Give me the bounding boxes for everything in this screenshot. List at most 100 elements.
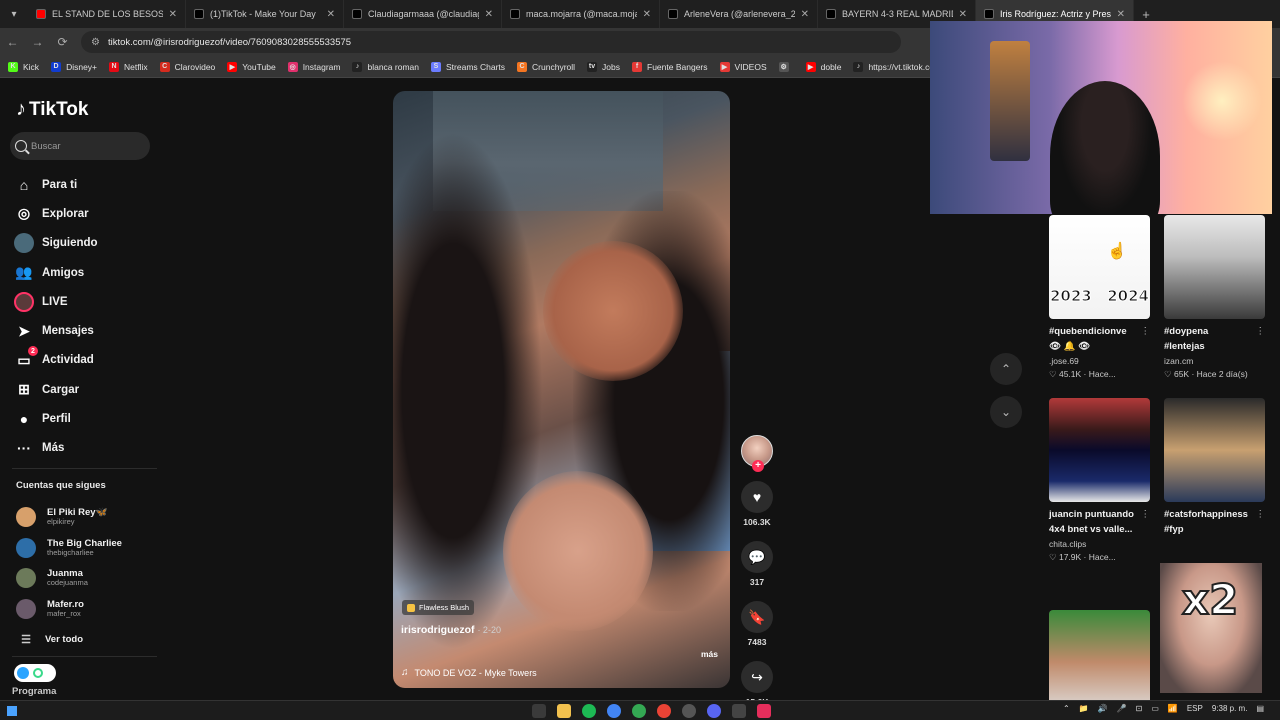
spotify-icon[interactable] — [582, 704, 596, 718]
browser-tab[interactable]: maca.mojarra (@maca.mojarra) ✕ — [502, 0, 660, 28]
taskview-icon[interactable] — [532, 704, 546, 718]
card-username[interactable]: izan.cm — [1164, 356, 1265, 366]
video-player[interactable]: Flawless Blush irisrodriguezof · 2-20 má… — [393, 91, 730, 688]
music-title[interactable]: TONO DE VOZ - Myke Towers — [415, 668, 537, 678]
tiktok-logo[interactable]: ♪ TikTok — [16, 98, 88, 121]
nav-item-actividad[interactable]: ▭ 2 Actividad — [14, 346, 98, 375]
video-thumbnail[interactable] — [1049, 398, 1150, 502]
recommended-video-card[interactable] — [1049, 610, 1150, 714]
nav-item-parati[interactable]: ⌂ Para ti — [14, 170, 98, 199]
language-indicator[interactable]: ESP — [1187, 704, 1203, 713]
effect-chip[interactable]: Flawless Blush — [402, 600, 475, 615]
nav-item-live[interactable]: LIVE — [14, 287, 98, 316]
nav-item-siguiendo[interactable]: Siguiendo — [14, 229, 98, 258]
tray-icon[interactable]: 📶 — [1168, 704, 1178, 713]
chrome-alt-icon[interactable] — [657, 704, 671, 718]
browser-tab[interactable]: ArleneVera (@arlenevera_24) | ✕ — [660, 0, 818, 28]
more-options-icon[interactable]: ⋮ — [1141, 325, 1151, 340]
bookmark-item[interactable]: ▶ YouTube — [227, 61, 276, 72]
card-title[interactable]: #doypena #lentejas ⋮ — [1164, 325, 1265, 354]
video-music[interactable]: ♫ TONO DE VOZ - Myke Towers — [401, 667, 537, 678]
bookmark-item[interactable]: ▶ doble — [805, 61, 841, 72]
video-thumbnail[interactable] — [1049, 610, 1150, 714]
chrome-profile-icon[interactable] — [632, 704, 646, 718]
card-title[interactable]: #quebendicionve 👁 🔔 👁 ⋮ — [1049, 325, 1150, 354]
tray-icon[interactable]: 🎤 — [1117, 704, 1127, 713]
close-tab-icon[interactable]: ✕ — [959, 9, 967, 20]
close-tab-icon[interactable]: ✕ — [169, 9, 177, 20]
following-account[interactable]: El Piki Rey🦋 elpikirey — [16, 502, 122, 533]
program-label[interactable]: Programa — [12, 686, 56, 697]
nav-item-mensajes[interactable]: ➤ Mensajes — [14, 316, 98, 345]
tiktok-taskbar-icon[interactable] — [757, 704, 771, 718]
chrome-icon[interactable] — [607, 704, 621, 718]
site-settings-icon[interactable]: ⚙ — [91, 37, 100, 48]
browser-tab[interactable]: EL STAND DE LOS BESOS 2 💋💋 ✕ — [28, 0, 186, 28]
bookmark-item[interactable]: N Netflix — [109, 61, 148, 72]
nav-item-perfil[interactable]: ● Perfil — [14, 404, 98, 433]
card-title[interactable]: juancin puntuando 4x4 bnet vs valle... ⋮ — [1049, 508, 1150, 537]
following-account[interactable]: Juanma codejuanma — [16, 563, 122, 594]
share-icon[interactable]: ↪ — [741, 661, 773, 693]
app-icon[interactable] — [732, 704, 746, 718]
comment-icon[interactable]: 💬 — [741, 541, 773, 573]
video-author[interactable]: irisrodriguezof · 2-20 — [401, 624, 501, 636]
url-field[interactable]: ⚙ tiktok.com/@irisrodriguezof/video/7609… — [81, 31, 901, 53]
nav-item-explorar[interactable]: ◎ Explorar — [14, 199, 98, 228]
recommended-video-card[interactable]: juancin puntuando 4x4 bnet vs valle... ⋮ ch… — [1049, 398, 1150, 563]
bookmark-item[interactable]: D Disney+ — [51, 61, 97, 72]
next-video-button[interactable]: ⌄ — [990, 396, 1022, 428]
bookmark-icon[interactable]: 🔖 — [741, 601, 773, 633]
more-options-icon[interactable]: ⋮ — [1256, 325, 1266, 340]
bookmark-item[interactable]: ▶ VIDEOS — [719, 61, 767, 72]
more-options-icon[interactable]: ⋮ — [1256, 508, 1266, 523]
bookmark-item[interactable]: ♪ blanca roman — [352, 61, 419, 72]
close-tab-icon[interactable]: ✕ — [327, 9, 335, 20]
tray-icon[interactable]: ⊡ — [1136, 704, 1143, 713]
video-thumbnail[interactable] — [1164, 215, 1265, 319]
tray-icon[interactable]: ▭ — [1151, 704, 1159, 713]
back-button[interactable]: ← — [0, 35, 25, 49]
video-thumbnail[interactable] — [1164, 398, 1265, 502]
tab-search-button[interactable]: ▾ — [0, 0, 28, 28]
bookmark-item[interactable]: ⚙ — [778, 61, 794, 72]
reload-button[interactable]: ⟳ — [50, 35, 75, 49]
following-account[interactable]: Mafer.ro mafer_rox — [16, 594, 122, 625]
follow-plus-icon[interactable]: + — [752, 460, 764, 472]
obs-icon[interactable] — [682, 704, 696, 718]
discord-icon[interactable] — [707, 704, 721, 718]
new-tab-button[interactable]: + — [1134, 7, 1158, 22]
nav-item-cargar[interactable]: ⊞ Cargar — [14, 375, 98, 404]
nav-item-ms[interactable]: ··· Más — [14, 434, 98, 463]
start-button[interactable] — [0, 705, 24, 716]
card-username[interactable]: .jose.69 — [1049, 356, 1150, 366]
card-title[interactable]: #catsforhappiness #fyp ⋮ — [1164, 508, 1265, 537]
browser-tab[interactable]: Claudiagarmaaa (@claudiagarm ✕ — [344, 0, 502, 28]
recommended-video-card[interactable]: #catsforhappiness #fyp ⋮ — [1164, 398, 1265, 537]
browser-tab[interactable]: (1)TikTok - Make Your Day ✕ — [186, 0, 344, 28]
bookmark-item[interactable]: f Fuente Bangers — [632, 61, 708, 72]
tray-icon[interactable]: 🔊 — [1098, 704, 1108, 713]
video-thumbnail[interactable]: 2023 2024 — [1049, 215, 1150, 319]
clock[interactable]: 9:38 p. m. — [1212, 704, 1248, 713]
heart-icon[interactable]: ♥ — [741, 481, 773, 513]
bookmark-item[interactable]: S Streams Charts — [431, 61, 505, 72]
following-account[interactable]: The Big Charliee thebigcharliee — [16, 533, 122, 564]
author-avatar[interactable]: + — [741, 435, 773, 472]
card-username[interactable]: chita.clips — [1049, 539, 1150, 549]
program-pill[interactable] — [14, 664, 56, 682]
caption-more-link[interactable]: más — [701, 649, 718, 659]
forward-button[interactable]: → — [25, 35, 50, 49]
search-input[interactable]: Buscar — [10, 132, 150, 160]
tray-icon[interactable]: ⌃ — [1063, 704, 1070, 713]
tray-icon[interactable]: 📁 — [1079, 704, 1089, 713]
file-explorer-icon[interactable] — [557, 704, 571, 718]
bookmark-item[interactable]: C Clarovideo — [159, 61, 215, 72]
close-tab-icon[interactable]: ✕ — [485, 9, 493, 20]
bookmark-item[interactable]: C Crunchyroll — [517, 61, 575, 72]
notification-icon[interactable]: ▤ — [1256, 704, 1264, 713]
close-tab-icon[interactable]: ✕ — [801, 9, 809, 20]
previous-video-button[interactable]: ⌃ — [990, 353, 1022, 385]
close-tab-icon[interactable]: ✕ — [1117, 9, 1125, 20]
more-options-icon[interactable]: ⋮ — [1141, 508, 1151, 523]
